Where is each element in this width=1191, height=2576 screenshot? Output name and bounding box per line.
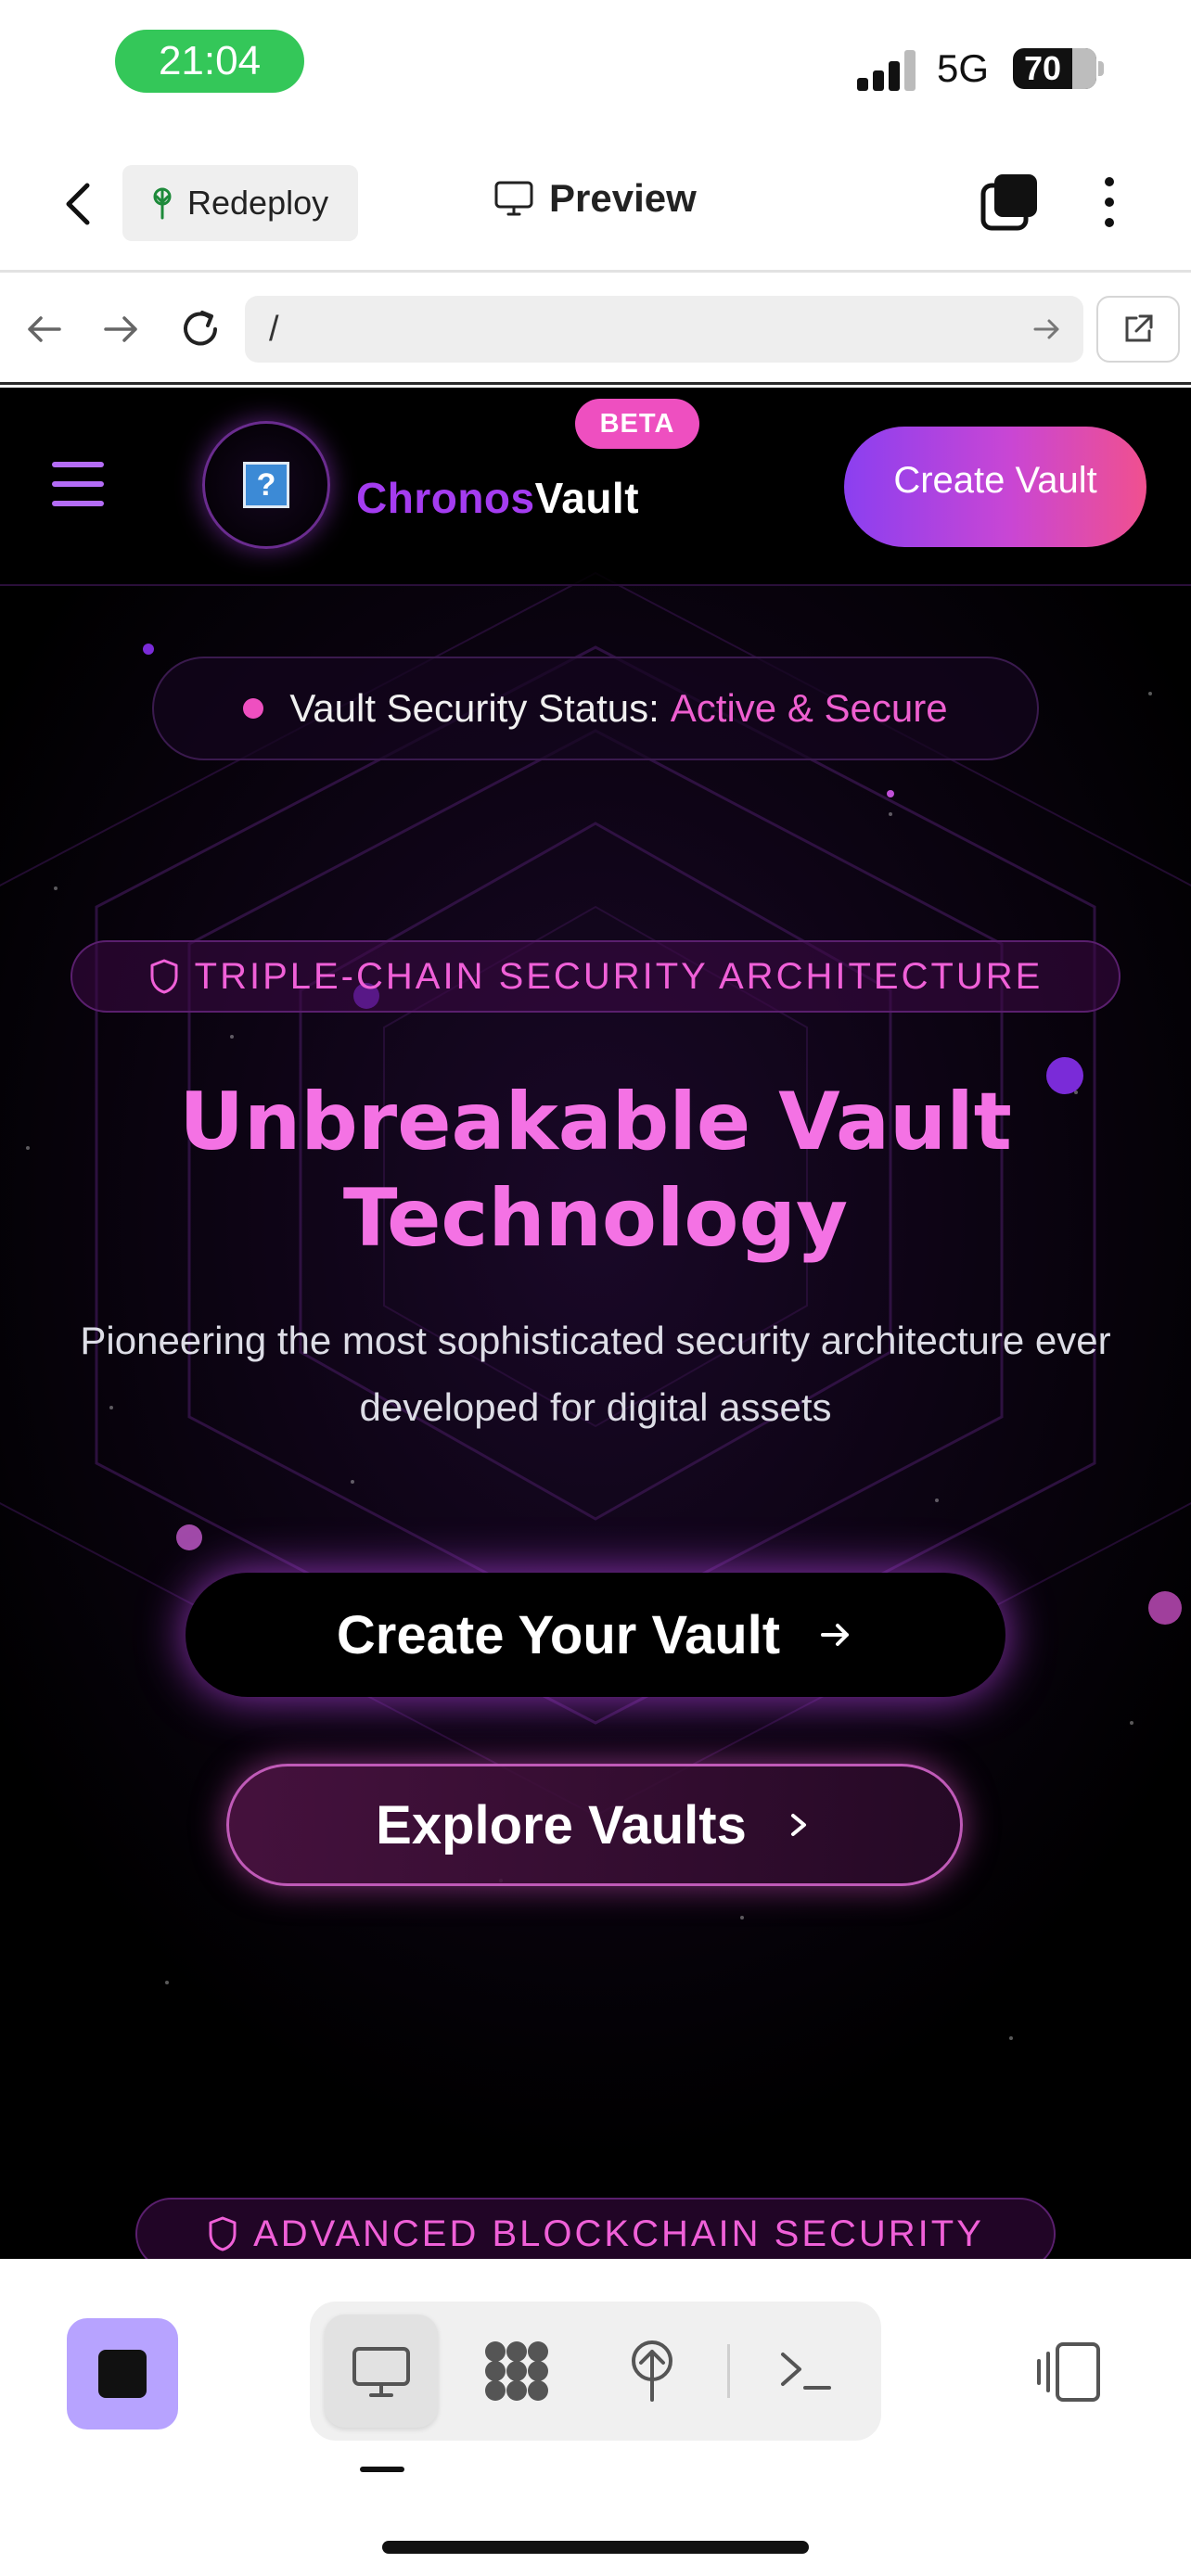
tab-shell[interactable]: [749, 2315, 863, 2428]
arrow-right-icon[interactable]: [95, 303, 147, 355]
battery-tip: [1098, 61, 1104, 76]
open-external-button[interactable]: [1096, 296, 1180, 363]
tab-workspace[interactable]: [460, 2315, 573, 2428]
security-status-pill: Vault Security Status: Active & Secure: [152, 657, 1039, 760]
url-bar: /: [0, 275, 1191, 385]
redeploy-label: Redeploy: [187, 184, 329, 222]
reload-icon[interactable]: [174, 303, 226, 355]
workspace-icon: [485, 2341, 548, 2401]
hero-title: Unbreakable Vault Technology: [0, 1074, 1191, 1267]
redeploy-button[interactable]: Redeploy: [122, 165, 358, 241]
blockchain-security-tag-label: ADVANCED BLOCKCHAIN SECURITY: [253, 2213, 984, 2254]
brand-part2: Vault: [534, 474, 640, 522]
tabs-icon[interactable]: [980, 172, 1039, 232]
view-switcher: [310, 2302, 881, 2441]
menu-icon[interactable]: [52, 462, 104, 506]
stop-button[interactable]: [67, 2318, 178, 2429]
monitor-icon: [352, 2347, 410, 2397]
status-dot: [243, 698, 264, 719]
arrow-left-icon[interactable]: [19, 303, 70, 355]
network-type: 5G: [937, 46, 990, 90]
active-tab-indicator: [360, 2467, 404, 2472]
terminal-icon: [781, 2353, 831, 2390]
shield-icon: [209, 2216, 237, 2251]
cellular-signal-icon: [857, 48, 916, 91]
hero-subtitle: Pioneering the most sophisticated securi…: [80, 1319, 1111, 1429]
create-your-vault-button[interactable]: Create Your Vault: [186, 1573, 1005, 1697]
create-vault-button[interactable]: Create Vault: [844, 427, 1146, 547]
site-viewport: ? ChronosVault BETA Create Vault Vault S…: [0, 388, 1191, 2259]
brand-part1: Chronos: [356, 474, 535, 522]
architecture-tag-label: TRIPLE-CHAIN SECURITY ARCHITECTURE: [194, 955, 1044, 997]
status-bar: 21:04 5G 70: [0, 0, 1191, 139]
battery-level: 70: [1023, 49, 1062, 87]
tab-deploy[interactable]: [596, 2315, 709, 2428]
hero-title-line1: Unbreakable Vault: [179, 1076, 1012, 1168]
url-input[interactable]: /: [245, 296, 1083, 363]
preview-tab[interactable]: Preview: [493, 176, 697, 221]
bottom-bar: [0, 2259, 1191, 2576]
blockchain-security-tag: ADVANCED BLOCKCHAIN SECURITY: [135, 2198, 1056, 2259]
home-indicator: [382, 2541, 809, 2554]
architecture-tag: TRIPLE-CHAIN SECURITY ARCHITECTURE: [70, 940, 1121, 1013]
brand-name[interactable]: ChronosVault: [356, 473, 639, 523]
url-path: /: [269, 309, 279, 349]
status-time: 21:04: [115, 30, 304, 93]
preview-label: Preview: [549, 176, 697, 220]
stop-icon: [98, 2350, 147, 2398]
app-toolbar: Redeploy Preview: [0, 139, 1191, 273]
deploy-icon: [632, 2340, 672, 2402]
redeploy-icon: [153, 187, 172, 220]
security-status-value: Active & Secure: [670, 686, 948, 730]
shield-icon: [150, 959, 178, 994]
more-vertical-icon[interactable]: [1091, 172, 1128, 232]
hero-title-line2: Technology: [342, 1172, 849, 1265]
back-chevron-icon[interactable]: [56, 176, 102, 232]
logo-glyph: ?: [243, 462, 289, 508]
security-status-label: Vault Security Status:: [289, 686, 660, 730]
explore-vaults-label: Explore Vaults: [376, 1794, 747, 1855]
battery-icon: 70: [1013, 48, 1096, 89]
arrow-right-icon: [821, 1624, 850, 1646]
create-your-vault-label: Create Your Vault: [336, 1604, 781, 1665]
monitor-icon: [494, 181, 533, 216]
explore-vaults-button[interactable]: Explore Vaults: [226, 1764, 963, 1886]
panels-icon[interactable]: [1033, 2337, 1104, 2407]
beta-badge: BETA: [575, 399, 699, 449]
chevron-right-icon: [790, 1814, 806, 1836]
tab-preview[interactable]: [325, 2315, 438, 2428]
site-header: ? ChronosVault BETA Create Vault: [0, 388, 1191, 586]
divider: [727, 2344, 730, 2398]
open-external-icon: [1125, 314, 1153, 342]
go-arrow-icon[interactable]: [1030, 312, 1063, 346]
